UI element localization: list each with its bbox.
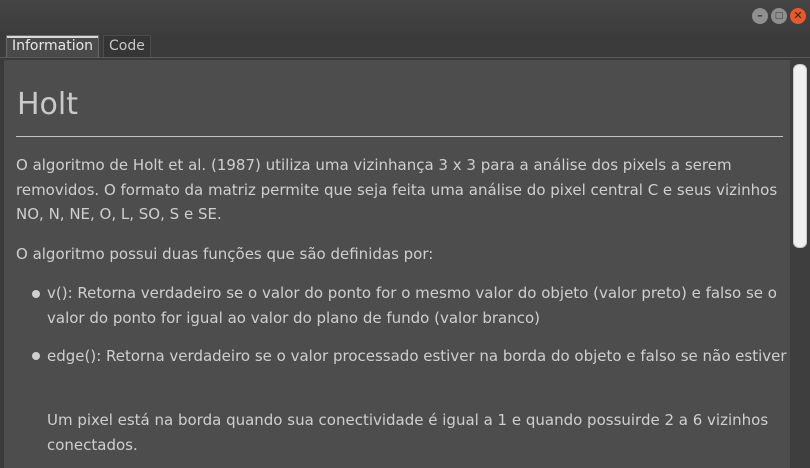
edge-detail-paragraph: Um pixel está na borda quando sua conect…: [47, 411, 769, 454]
bullet-icon: [32, 352, 40, 360]
tab-bar: Information Code: [0, 33, 810, 58]
vertical-scrollbar[interactable]: [790, 60, 810, 468]
information-panel: Holt O algoritmo de Holt et al. (1987) u…: [4, 60, 790, 468]
title-divider: [16, 136, 783, 137]
page-title: Holt: [17, 87, 79, 122]
intro-paragraph: O algoritmo de Holt et al. (1987) utiliz…: [16, 156, 778, 223]
functions-paragraph: O algoritmo possui duas funções que são …: [16, 245, 434, 263]
tab-code[interactable]: Code: [103, 35, 151, 57]
minimize-icon[interactable]: –: [752, 8, 768, 24]
bullet-icon: [32, 290, 40, 298]
scrollbar-thumb[interactable]: [793, 64, 807, 248]
maximize-icon[interactable]: □: [771, 8, 787, 24]
close-icon[interactable]: ✕: [790, 8, 806, 24]
tab-information[interactable]: Information: [6, 35, 100, 57]
list-item-edge: edge(): Retorna verdadeiro se o valor pr…: [47, 347, 787, 365]
window-titlebar[interactable]: – □ ✕: [0, 0, 810, 33]
list-item-v: v(): Retorna verdadeiro se o valor do po…: [47, 284, 777, 327]
